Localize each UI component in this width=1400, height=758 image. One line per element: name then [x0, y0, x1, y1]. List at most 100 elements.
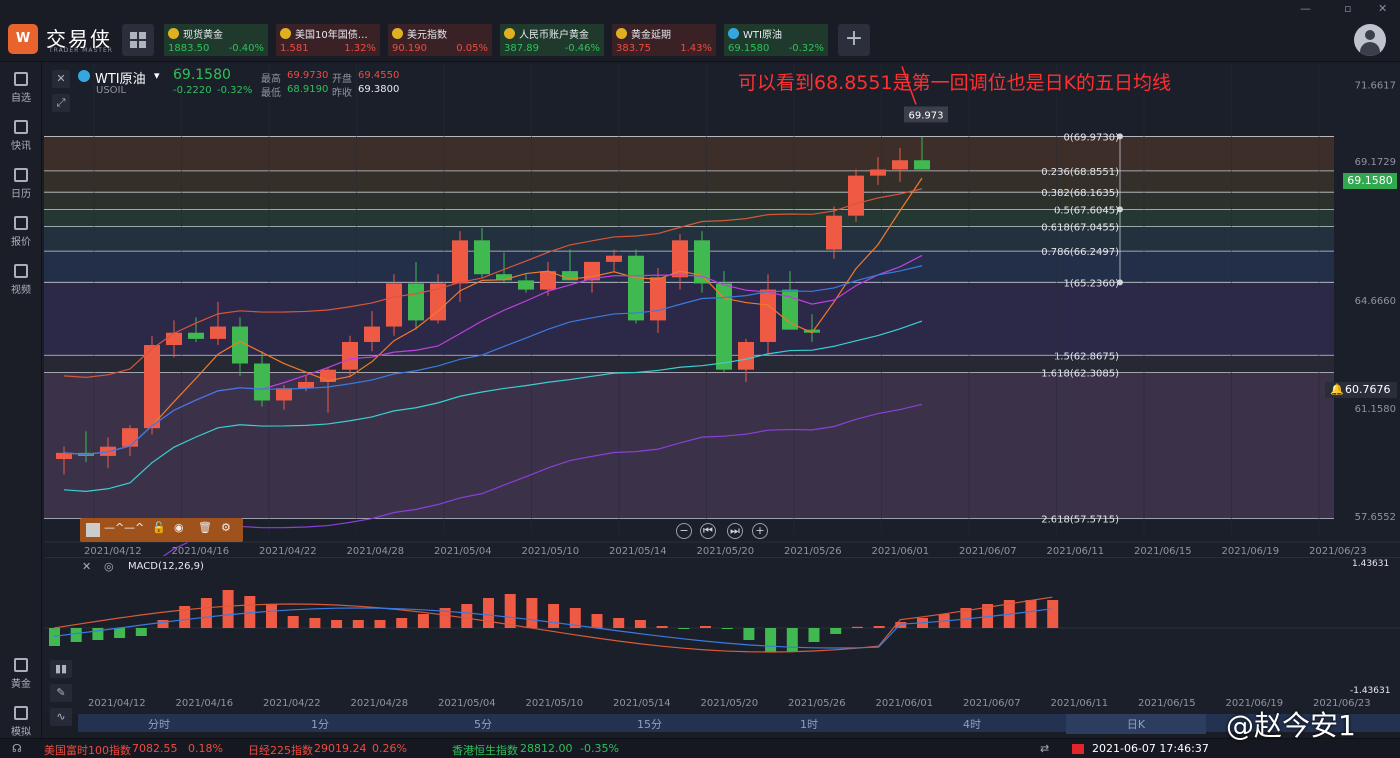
low-label: 最低 — [261, 88, 281, 99]
drawing-toolbar: —^ —^ 🔓 ◉ 🗑 ⚙ — [80, 518, 243, 542]
ticker-4[interactable]: 黄金延期 383.75 1.43% — [612, 24, 716, 56]
date-label: 2021/05/10 — [522, 546, 580, 556]
macd-chart[interactable]: 2021/04/12 2021/04/16 2021/04/22 2021/04/28… — [44, 558, 1400, 715]
scroll-end-icon[interactable]: ⏭ — [727, 523, 743, 539]
alert-price-value: 60.7676 — [1345, 383, 1391, 396]
macd-bar — [70, 628, 82, 642]
fib-label: 0.5(67.6045) — [1054, 205, 1119, 216]
sidebar-item-calendar[interactable]: 日历 — [0, 168, 42, 200]
sidebar-item-label: 快讯 — [11, 141, 31, 152]
timeframe-0[interactable]: 分时 — [148, 716, 170, 732]
open-label: 开盘 — [332, 74, 352, 85]
lock-icon[interactable]: 🔓 — [152, 521, 166, 534]
simulate-icon — [14, 706, 28, 720]
timeframe-4[interactable]: 1时 — [800, 716, 818, 732]
candle-body — [518, 280, 534, 290]
close-window-icon[interactable]: ✕ — [1378, 2, 1387, 15]
network-icon: ⇄ — [1040, 742, 1050, 755]
footer-index-change-3: -0.35% — [580, 742, 619, 755]
visibility-icon[interactable]: ◉ — [174, 521, 184, 534]
add-ticker-button[interactable]: + — [838, 24, 870, 56]
indicator-settings-icon[interactable]: ◎ — [104, 560, 114, 573]
price-axis-label: 61.1580 — [1355, 404, 1396, 415]
candle-body — [166, 332, 182, 346]
ticker-3[interactable]: 人民币账户黄金 387.89 -0.46% — [500, 24, 604, 56]
price-chart-panel[interactable]: 0(69.9730) 0.236(68.8551) 0.382(68.1635) 0.… — [44, 64, 1400, 594]
macd-bar — [656, 626, 668, 628]
fib-label: 0(69.9730) — [1063, 132, 1119, 143]
date-label: 2021/04/22 — [259, 546, 317, 556]
close-chart-icon[interactable]: ✕ — [52, 70, 70, 88]
fib-label: 0.618(67.0455) — [1041, 223, 1119, 234]
symbol-change-pct: -0.32% — [217, 85, 253, 96]
ticker-0[interactable]: 现货黄金 1883.50 -0.40% — [164, 24, 268, 56]
macd-bar — [678, 628, 690, 629]
line-width-icon[interactable]: —^ — [124, 521, 144, 534]
layout-grid-button[interactable] — [122, 24, 154, 56]
macd-label: MACD(12,26,9) — [128, 561, 204, 572]
date-label: 2021/04/28 — [347, 546, 405, 556]
trash-icon[interactable]: 🗑 — [198, 521, 212, 534]
timeframe-1[interactable]: 1分 — [311, 716, 329, 732]
close-indicator-icon[interactable]: ✕ — [82, 560, 91, 573]
high-label: 最高 — [261, 74, 281, 85]
macd-bar — [613, 618, 625, 628]
sidebar-item-gold[interactable]: 黄金 — [0, 658, 42, 690]
sidebar-item-quotes[interactable]: 报价 — [0, 216, 42, 248]
candle-body — [606, 255, 622, 262]
sidebar-item-watchlist[interactable]: 自选 — [0, 72, 42, 104]
candle-body — [342, 341, 358, 370]
status-bar: ☊ 美国富时100指数 7082.55 0.18% 日经225指数 29019.… — [0, 738, 1400, 758]
footer-index-name-2: 日经225指数 — [248, 744, 313, 757]
macd-date-label: 2021/04/16 — [176, 698, 234, 709]
line-style-icon[interactable]: —^ — [104, 521, 124, 534]
ticker-name: 美元指数 — [407, 30, 447, 40]
footer-index-price-2: 29019.24 — [314, 742, 367, 755]
pen-icon[interactable]: ✎ — [50, 684, 72, 702]
ticker-5[interactable]: WTI原油 69.1580 -0.32% — [724, 24, 828, 56]
candle-body — [738, 341, 754, 370]
settings-icon[interactable]: ⚙ — [221, 521, 231, 534]
timeframe-6[interactable]: 日K — [1066, 714, 1206, 734]
user-avatar[interactable] — [1354, 24, 1386, 56]
ticker-2[interactable]: 美元指数 90.190 0.05% — [388, 24, 492, 56]
macd-bar — [526, 598, 538, 628]
sidebar-item-simulate[interactable]: 模拟 — [0, 706, 42, 738]
symbol-dropdown-icon[interactable]: ▾ — [154, 69, 160, 82]
macd-date-label: 2021/05/14 — [613, 698, 671, 709]
zoom-in-icon[interactable]: + — [752, 523, 768, 539]
macd-date-label: 2021/05/10 — [526, 698, 584, 709]
indicator-icon[interactable]: ∿ — [50, 708, 72, 726]
sidebar-item-label: 自选 — [11, 93, 31, 104]
timeframe-3[interactable]: 15分 — [637, 716, 662, 732]
zoom-out-icon[interactable]: − — [676, 523, 692, 539]
macd-bar — [786, 628, 798, 652]
scroll-start-icon[interactable]: ⏮ — [700, 523, 716, 539]
candlestick-chart[interactable]: 0(69.9730) 0.236(68.8551) 0.382(68.1635) 0.… — [44, 64, 1400, 594]
footer-index-price-3: 28812.00 — [520, 742, 573, 755]
draw-tool-icon[interactable]: ⤢ — [52, 94, 70, 112]
price-alert[interactable]: 🔔 60.7676 — [1325, 382, 1397, 398]
restore-icon[interactable]: ▫ — [1344, 2, 1351, 15]
ticker-price: 1.581 — [280, 43, 309, 54]
macd-date-label: 2021/06/11 — [1051, 698, 1109, 709]
sidebar-item-news[interactable]: 快讯 — [0, 120, 42, 152]
date-label: 2021/04/12 — [84, 546, 142, 556]
ticker-1[interactable]: 美国10年国债… 1.581 1.32% — [276, 24, 380, 56]
ticker-icon — [280, 28, 291, 39]
minimize-icon[interactable]: — — [1300, 2, 1311, 15]
headset-icon[interactable]: ☊ — [12, 742, 22, 755]
sidebar-item-video[interactable]: 视频 — [0, 264, 42, 296]
footer-index-name-3: 香港恒生指数 — [452, 744, 518, 757]
macd-bar — [396, 618, 408, 628]
macd-panel[interactable]: 2021/04/12 2021/04/16 2021/04/22 2021/04/28… — [44, 557, 1400, 714]
timeframe-2[interactable]: 5分 — [474, 716, 492, 732]
color-swatch-icon[interactable] — [86, 523, 100, 537]
footer-datetime: 2021-06-07 17:46:37 — [1092, 742, 1209, 755]
macd-bar — [548, 604, 560, 628]
timeframe-5[interactable]: 4时 — [963, 716, 981, 732]
macd-bar — [483, 598, 494, 628]
gold-icon — [14, 658, 28, 672]
fib-band — [44, 226, 1334, 252]
chart-type-icon[interactable]: ▮▮ — [50, 660, 72, 678]
